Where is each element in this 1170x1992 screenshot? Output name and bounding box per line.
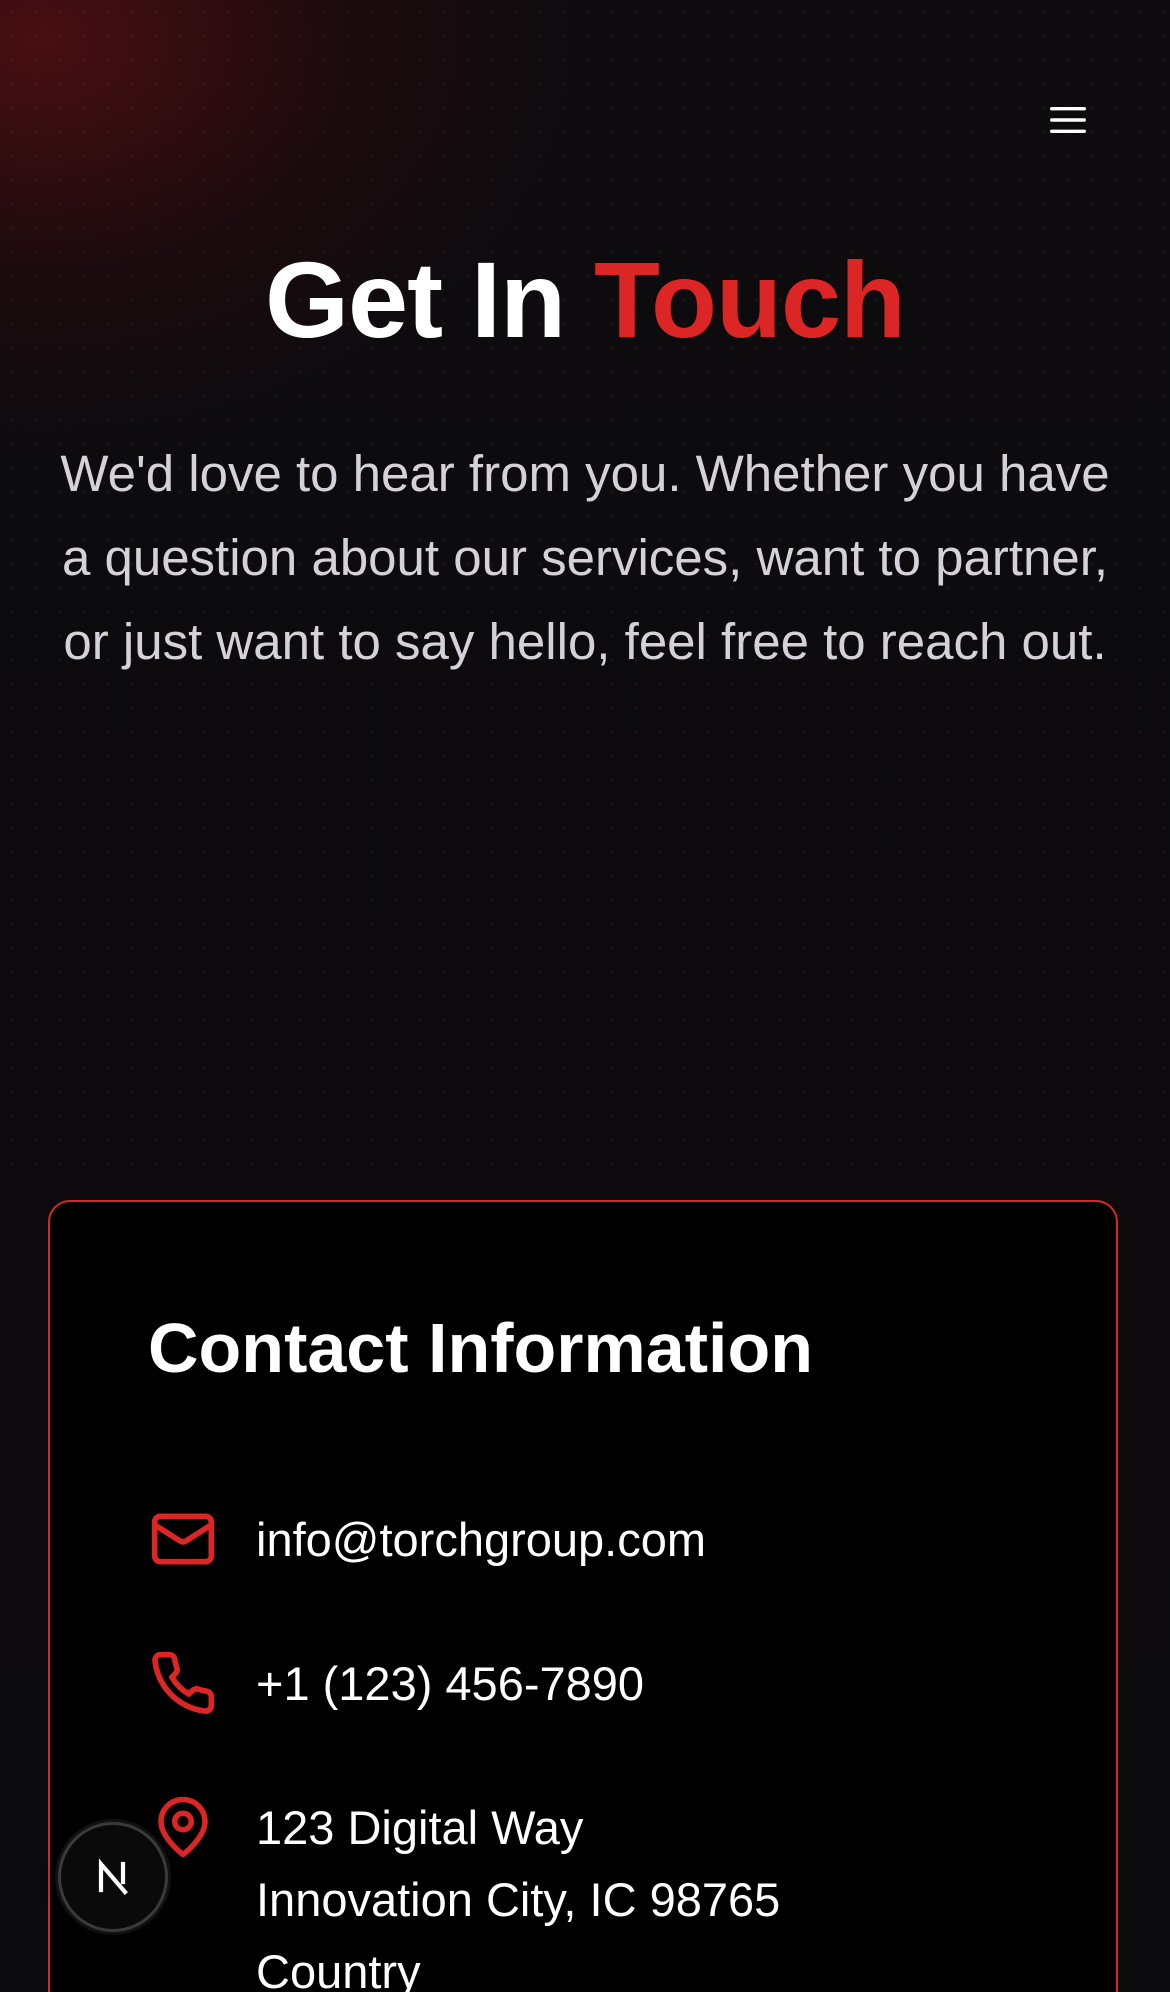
contact-phone-row: +1 (123) 456-7890 xyxy=(148,1648,644,1720)
contact-page: Get In Touch We'd love to hear from you.… xyxy=(0,0,1170,1992)
hamburger-menu-icon xyxy=(1050,107,1086,133)
address-line-1: 123 Digital Way xyxy=(256,1801,584,1854)
page-title-accent: Touch xyxy=(594,239,906,360)
contact-card-title: Contact Information xyxy=(148,1309,813,1387)
contact-address: 123 Digital Way Innovation City, IC 9876… xyxy=(256,1792,780,1992)
address-line-3: Country xyxy=(256,1945,421,1992)
phone-icon xyxy=(148,1648,218,1718)
menu-button[interactable] xyxy=(1044,98,1092,142)
dev-tools-badge[interactable] xyxy=(58,1822,168,1932)
address-line-2: Innovation City, IC 98765 xyxy=(256,1873,781,1926)
nextjs-logo-icon xyxy=(98,1858,128,1895)
page-subtitle: We'd love to hear from you. Whether you … xyxy=(60,445,1110,670)
mail-icon xyxy=(148,1504,218,1574)
contact-address-row: 123 Digital Way Innovation City, IC 9876… xyxy=(148,1792,780,1992)
contact-phone-link[interactable]: +1 (123) 456-7890 xyxy=(256,1648,644,1720)
page-title: Get In Touch xyxy=(0,238,1170,362)
contact-email-row: info@torchgroup.com xyxy=(148,1504,706,1576)
contact-email-link[interactable]: info@torchgroup.com xyxy=(256,1504,706,1576)
contact-information-card: Contact Information info@torchgroup.com … xyxy=(48,1200,1118,1992)
page-title-main: Get In xyxy=(265,239,595,360)
